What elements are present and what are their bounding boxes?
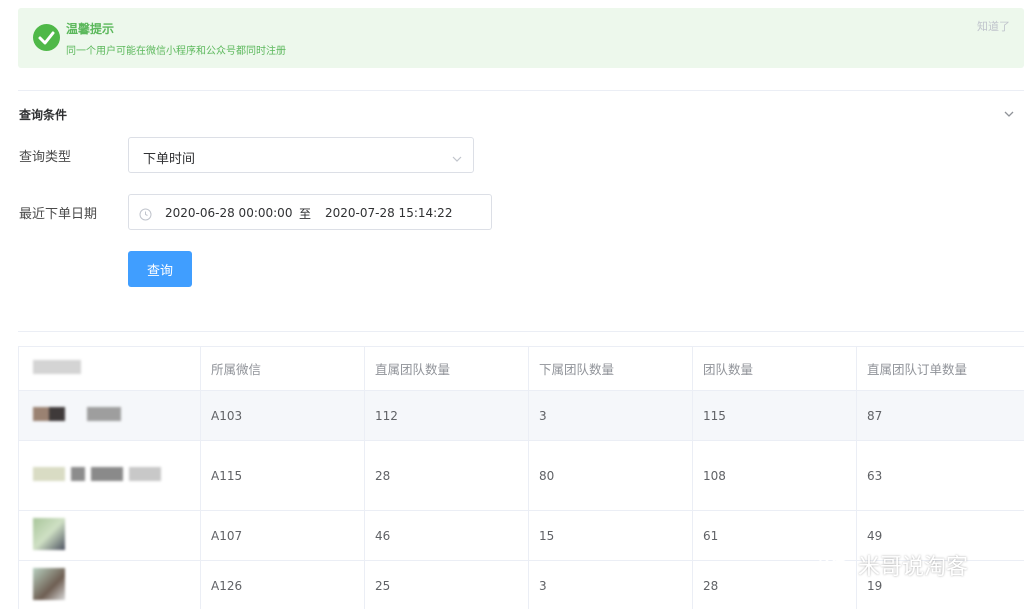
header-cell-wechat: 所属微信 xyxy=(201,347,365,391)
direct-orders-cell: 63 xyxy=(857,441,1024,511)
query-button[interactable]: 查询 xyxy=(128,251,192,287)
divider xyxy=(18,90,1024,91)
avatar-cell xyxy=(19,561,201,609)
wechat-cell: A115 xyxy=(201,441,365,511)
recent-order-date-label: 最近下单日期 xyxy=(19,207,98,222)
direct-team-cell: 25 xyxy=(365,561,529,609)
header-cell-team-count: 团队数量 xyxy=(693,347,857,391)
header-cell-direct-orders: 直属团队订单数量 xyxy=(857,347,1024,391)
chevron-down-icon[interactable] xyxy=(1002,106,1016,120)
table-row[interactable]: A103 112 3 115 87 xyxy=(19,391,1024,441)
clock-icon xyxy=(139,206,152,221)
sub-team-cell: 15 xyxy=(529,511,693,561)
query-section-title: 查询条件 xyxy=(19,108,68,122)
header-cell-sub-team: 下属团队数量 xyxy=(529,347,693,391)
watermark-text: 米哥说淘客 xyxy=(858,555,969,580)
check-circle-icon xyxy=(33,24,60,51)
direct-team-cell: 112 xyxy=(365,391,529,441)
blurred-avatar xyxy=(33,518,71,553)
date-range-picker[interactable]: 2020-06-28 00:00:00 至 2020-07-28 15:14:2… xyxy=(128,194,492,230)
query-type-value: 下单时间 xyxy=(143,152,196,167)
watermark: 米哥说淘客 xyxy=(818,550,968,580)
wechat-cell: A126 xyxy=(201,561,365,609)
date-end-input[interactable]: 2020-07-28 15:14:22 xyxy=(325,206,452,220)
alert-title: 温馨提示 xyxy=(66,22,115,36)
direct-team-cell: 28 xyxy=(365,441,529,511)
date-separator: 至 xyxy=(299,207,312,221)
wechat-cell: A103 xyxy=(201,391,365,441)
divider xyxy=(18,331,1024,332)
team-count-cell: 108 xyxy=(693,441,857,511)
header-cell-direct-team: 直属团队数量 xyxy=(365,347,529,391)
table-row[interactable]: A115 28 80 108 63 xyxy=(19,441,1024,511)
sub-team-cell: 3 xyxy=(529,391,693,441)
blurred-avatar xyxy=(33,407,127,424)
blurred-avatar xyxy=(33,568,71,603)
chevron-down-icon xyxy=(451,150,463,162)
date-start-input[interactable]: 2020-06-28 00:00:00 xyxy=(165,206,292,220)
alert-close-button[interactable]: 知道了 xyxy=(977,18,1010,34)
wechat-icon xyxy=(818,551,852,579)
blurred-avatar xyxy=(33,467,167,484)
team-count-cell: 115 xyxy=(693,391,857,441)
header-cell-avatar xyxy=(19,347,201,391)
direct-team-cell: 46 xyxy=(365,511,529,561)
sub-team-cell: 80 xyxy=(529,441,693,511)
query-type-label: 查询类型 xyxy=(19,150,72,165)
table-header: 所属微信 直属团队数量 下属团队数量 团队数量 直属团队订单数量 xyxy=(19,347,1024,391)
avatar-cell xyxy=(19,391,201,441)
wechat-cell: A107 xyxy=(201,511,365,561)
avatar-cell xyxy=(19,511,201,561)
blurred-header xyxy=(33,360,87,377)
query-type-select[interactable]: 下单时间 xyxy=(128,137,474,173)
sub-team-cell: 3 xyxy=(529,561,693,609)
tip-alert: 温馨提示 同一个用户可能在微信小程序和公众号都同时注册 知道了 xyxy=(18,8,1024,68)
alert-description: 同一个用户可能在微信小程序和公众号都同时注册 xyxy=(66,46,286,57)
avatar-cell xyxy=(19,441,201,511)
direct-orders-cell: 87 xyxy=(857,391,1024,441)
